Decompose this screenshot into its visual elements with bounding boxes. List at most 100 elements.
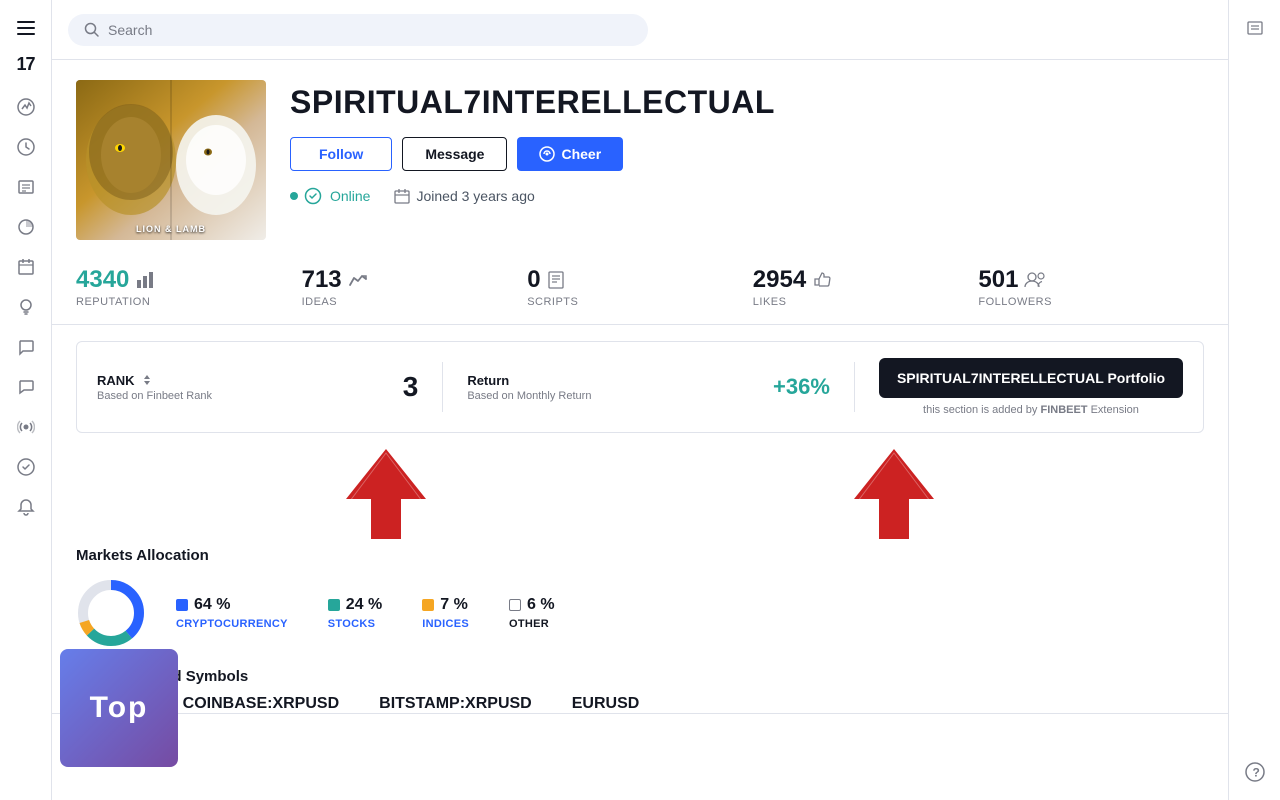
rank-divider2	[854, 362, 855, 412]
stat-likes-top: 2954	[753, 266, 979, 294]
likes-icon	[812, 270, 832, 290]
calendar-icon[interactable]	[8, 249, 44, 285]
stats-row: 4340 REPUTATION 713 IDEAS 0	[52, 250, 1228, 325]
return-block: Return Based on Monthly Return	[467, 373, 753, 402]
scripts-value: 0	[527, 266, 540, 294]
broadcast-icon[interactable]	[8, 409, 44, 445]
avatar: LION & LAMB	[76, 80, 266, 240]
follow-button[interactable]: Follow	[290, 137, 392, 171]
search-placeholder: Search	[108, 22, 152, 38]
symbol-xrpusd-bitstamp-label: BITSTAMP:XRPUSD	[379, 695, 532, 713]
markets-allocation-section: Markets Allocation 64 %	[52, 539, 1228, 660]
top-badge: Top	[60, 649, 178, 767]
clock-icon[interactable]	[8, 129, 44, 165]
crypto-color	[176, 599, 188, 611]
join-date: Joined 3 years ago	[394, 188, 534, 204]
top-badge-label: Top	[90, 691, 149, 725]
rank-title: RANK	[97, 373, 383, 388]
calendar-meta-icon	[394, 188, 410, 204]
search-box[interactable]: Search	[68, 14, 648, 46]
hamburger-menu[interactable]	[8, 10, 44, 46]
ideas-label: IDEAS	[302, 296, 528, 308]
alloc-crypto-top: 64 %	[176, 596, 288, 614]
reputation-value: 4340	[76, 266, 129, 294]
likes-label: LIKES	[753, 296, 979, 308]
left-sidebar: 17	[0, 0, 52, 800]
alloc-other-top: 6 %	[509, 596, 555, 614]
rank-section: RANK Based on Finbeet Rank 3 Return Base…	[76, 341, 1204, 433]
stat-rep-top: 4340	[76, 266, 302, 294]
reputation-icon	[135, 270, 155, 290]
username: SPIRITUAL7INTERELLECTUAL	[290, 84, 1204, 121]
list-icon[interactable]	[1237, 10, 1273, 46]
symbols-grid: BTCUSD COINBASE:XRPUSD BITSTAMP:XRPUSD E…	[76, 695, 1204, 713]
reputation-label: REPUTATION	[76, 296, 302, 308]
topbar: Search	[52, 0, 1228, 60]
other-pct: 6 %	[527, 596, 555, 614]
stat-followers-top: 501	[978, 266, 1204, 294]
profile-actions: Follow Message Cheer	[290, 137, 1204, 171]
crypto-pct: 64 %	[194, 596, 230, 614]
followers-icon	[1024, 271, 1046, 289]
return-title: Return	[467, 373, 753, 388]
symbol-eurusd[interactable]: EURUSD	[572, 695, 640, 713]
followers-value: 501	[978, 266, 1018, 294]
alloc-crypto: 64 % CRYPTOCURRENCY	[176, 596, 288, 630]
other-color	[509, 599, 521, 611]
question-icon[interactable]: ?	[1237, 754, 1273, 790]
symbol-xrpusd-bitstamp[interactable]: BITSTAMP:XRPUSD	[379, 695, 532, 713]
cheer-button[interactable]: Cheer	[517, 137, 623, 171]
other-label: OTHER	[509, 618, 555, 630]
message-button[interactable]: Message	[402, 137, 507, 171]
finbeet-caption: this section is added by FINBEET Extensi…	[923, 404, 1139, 416]
alloc-indices: 7 % INDICES	[422, 596, 469, 630]
alloc-items: 64 % CRYPTOCURRENCY 24 % STOCKS 7 %	[176, 596, 1204, 630]
return-subtitle: Based on Monthly Return	[467, 390, 753, 402]
likes-value: 2954	[753, 266, 806, 294]
stat-scripts-top: 0	[527, 266, 753, 294]
joined-label: Joined 3 years ago	[416, 188, 534, 204]
sort-icon	[139, 374, 155, 386]
signal-icon[interactable]	[8, 449, 44, 485]
ideas-value: 713	[302, 266, 342, 294]
symbol-xrpusd-coinbase-label: COINBASE:XRPUSD	[183, 695, 339, 713]
stat-ideas-top: 713	[302, 266, 528, 294]
avatar-image: LION & LAMB	[76, 80, 266, 240]
stat-followers: 501 FOLLOWERS	[978, 266, 1204, 308]
alloc-other: 6 % OTHER	[509, 596, 555, 630]
profile-section: LION & LAMB SPIRITUAL7INTERELLECTUAL Fol…	[52, 60, 1228, 250]
pie-icon[interactable]	[8, 209, 44, 245]
bell-icon[interactable]	[8, 489, 44, 525]
allocation-title: Markets Allocation	[76, 547, 1204, 564]
avatar-label: LION & LAMB	[136, 224, 206, 234]
rank-subtitle: Based on Finbeet Rank	[97, 390, 383, 402]
donut-chart	[76, 578, 146, 648]
stocks-label: STOCKS	[328, 618, 382, 630]
main-content: Search	[52, 0, 1228, 800]
stat-reputation: 4340 REPUTATION	[76, 266, 302, 308]
tradingview-logo[interactable]: 17	[16, 54, 34, 75]
symbol-eurusd-label: EURUSD	[572, 695, 640, 713]
followers-label: FOLLOWERS	[978, 296, 1204, 308]
symbols-section: Top Mentioned Symbols BTCUSD COINBASE:XR…	[52, 660, 1228, 713]
scripts-label: SCRIPTS	[527, 296, 753, 308]
news-icon[interactable]	[8, 169, 44, 205]
bubble1-icon[interactable]	[8, 329, 44, 365]
arrows-section	[52, 449, 1228, 539]
indices-pct: 7 %	[440, 596, 468, 614]
rank-block: RANK Based on Finbeet Rank	[97, 373, 383, 402]
rank-right: SPIRITUAL7INTERELLECTUAL Portfolio this …	[879, 358, 1183, 416]
chart-icon[interactable]	[8, 89, 44, 125]
symbols-title: Top Mentioned Symbols	[76, 668, 1204, 685]
bubble2-icon[interactable]	[8, 369, 44, 405]
search-icon	[84, 22, 100, 38]
symbol-xrpusd-coinbase[interactable]: COINBASE:XRPUSD	[183, 695, 339, 713]
return-value: +36%	[773, 374, 830, 400]
lightbulb-icon[interactable]	[8, 289, 44, 325]
ideas-icon	[348, 273, 368, 287]
indices-color	[422, 599, 434, 611]
alloc-indices-top: 7 %	[422, 596, 469, 614]
online-dot	[290, 192, 298, 200]
arrow-left	[346, 449, 426, 539]
portfolio-button[interactable]: SPIRITUAL7INTERELLECTUAL Portfolio	[879, 358, 1183, 398]
